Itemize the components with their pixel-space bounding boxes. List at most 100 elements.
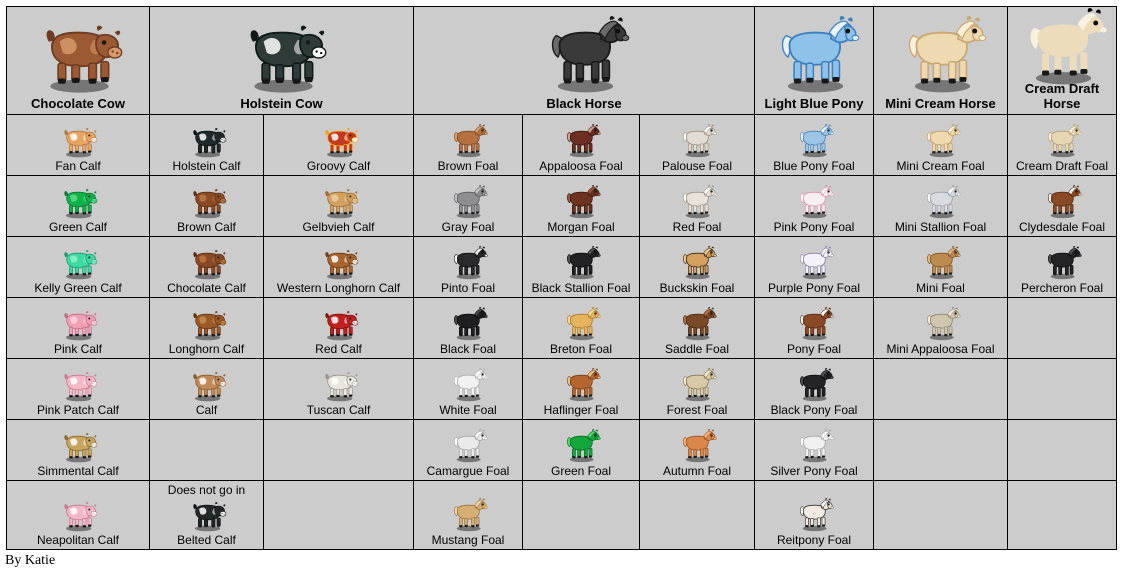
breed-chart-page: Chocolate Cow Holstein Cow Black Horse L… — [0, 6, 1123, 577]
breed-label: Mustang Foal — [431, 533, 505, 547]
neapolitan-calf-art — [7, 481, 149, 533]
breed-cell: Brown Foal — [413, 114, 523, 176]
chocolate-calf-art — [150, 237, 263, 281]
breed-cell: Mini Foal — [873, 236, 1008, 298]
breed-label: Brown Foal — [437, 159, 499, 173]
breed-cell-inner: Simmental Calf — [7, 420, 149, 480]
breed-cell: Silver Pony Foal — [754, 419, 874, 481]
breed-label: Calf — [195, 403, 218, 417]
breed-cell: Does not go in Belted Calf — [149, 480, 264, 550]
breed-cell-inner: Holstein Calf — [150, 115, 263, 175]
breed-cell: Appaloosa Foal — [522, 114, 640, 176]
breed-label: Chocolate Calf — [167, 281, 246, 295]
breed-cell: Gray Foal — [413, 175, 523, 237]
breed-cell-inner: Blue Pony Foal — [755, 115, 873, 175]
table-row: Kelly Green Calf Chocolate Calf Western … — [6, 236, 1117, 298]
pink-calf-art — [7, 298, 149, 342]
breed-label: Western Longhorn Calf — [276, 281, 401, 295]
breed-cell-inner: Mini Cream Foal — [874, 115, 1007, 175]
breed-cell-inner: Does not go in Belted Calf — [150, 481, 263, 549]
breed-cell: Tuscan Calf — [263, 358, 414, 420]
breed-cell: Mini Stallion Foal — [873, 175, 1008, 237]
credit-text: By Katie — [5, 553, 56, 568]
breed-cell: Buckskin Foal — [639, 236, 755, 298]
breed-cell-inner: Haflinger Foal — [523, 359, 639, 419]
breed-cell: Holstein Calf — [149, 114, 264, 176]
breed-label: Black Foal — [439, 342, 497, 356]
mini-foal-art — [874, 237, 1007, 281]
breed-label: Mini Stallion Foal — [894, 220, 987, 234]
breed-cell: Pink Pony Foal — [754, 175, 874, 237]
mini-appaloosa-foal-art — [874, 298, 1007, 342]
breed-cell: Breton Foal — [522, 297, 640, 359]
breed-label: Pinto Foal — [440, 281, 496, 295]
breed-cell-inner: Black Stallion Foal — [523, 237, 639, 297]
breed-label: Forest Foal — [666, 403, 728, 417]
breed-label: White Foal — [439, 403, 497, 417]
table-row: Pink Calf Longhorn Calf Red Calf Black F… — [6, 297, 1117, 359]
breed-cell-inner: Green Foal — [523, 420, 639, 480]
breed-cell-inner: Brown Foal — [414, 115, 522, 175]
breed-label: Groovy Calf — [306, 159, 371, 173]
header-cell-inner: Holstein Cow — [150, 11, 413, 114]
camargue-foal-art — [414, 420, 522, 464]
header-cell: Holstein Cow — [149, 6, 414, 115]
table-row: Neapolitan Calf Does not go in Belted Cal… — [6, 480, 1117, 550]
breed-cell-inner — [1008, 420, 1116, 480]
breed-label: Longhorn Calf — [168, 342, 245, 356]
breed-cell-inner — [874, 420, 1007, 480]
palouse-foal-art — [640, 115, 754, 159]
simmental-calf-art — [7, 420, 149, 464]
breed-cell: Reitpony Foal — [754, 480, 874, 550]
breed-cell-inner: Fan Calf — [7, 115, 149, 175]
breed-cell: Chocolate Calf — [149, 236, 264, 298]
buckskin-foal-art — [640, 237, 754, 281]
header-cell-inner: Cream Draft Horse — [1008, 7, 1116, 114]
breed-label: Blue Pony Foal — [773, 159, 855, 173]
breed-cell-inner: Black Pony Foal — [755, 359, 873, 419]
breed-cell-inner: Gelbvieh Calf — [264, 176, 413, 236]
header-label: Black Horse — [546, 96, 622, 111]
breed-cell — [263, 419, 414, 481]
breed-cell-inner: Forest Foal — [640, 359, 754, 419]
groovy-calf-art — [264, 115, 413, 159]
breed-label: Breton Foal — [549, 342, 613, 356]
breed-cell-inner: Longhorn Calf — [150, 298, 263, 358]
cream-draft-foal-art — [1008, 115, 1116, 159]
longhorn-calf-art — [150, 298, 263, 342]
breed-cell — [873, 480, 1008, 550]
header-cell-inner: Light Blue Pony — [755, 11, 873, 114]
red-calf-art — [264, 298, 413, 342]
breed-label: Brown Calf — [177, 220, 236, 234]
breed-cell-inner: Appaloosa Foal — [523, 115, 639, 175]
breed-label: Mini Foal — [916, 281, 965, 295]
breed-cell: Mini Appaloosa Foal — [873, 297, 1008, 359]
header-cell: Black Horse — [413, 6, 755, 115]
breed-label: Simmental Calf — [37, 464, 119, 478]
breed-cell-inner: Tuscan Calf — [264, 359, 413, 419]
breed-cell — [873, 358, 1008, 420]
breed-label: Percheron Foal — [1020, 281, 1104, 295]
breed-cell-inner: Chocolate Calf — [150, 237, 263, 297]
header-cell: Cream Draft Horse — [1007, 6, 1117, 115]
header-cell: Light Blue Pony — [754, 6, 874, 115]
breed-label: Kelly Green Calf — [34, 281, 122, 295]
breed-label: Pink Patch Calf — [36, 403, 120, 417]
black-horse-art — [414, 11, 754, 96]
breed-cell-inner: Mini Stallion Foal — [874, 176, 1007, 236]
breed-cell-inner: Palouse Foal — [640, 115, 754, 175]
haflinger-foal-art — [523, 359, 639, 403]
autumn-foal-art — [640, 420, 754, 464]
breed-cell: Forest Foal — [639, 358, 755, 420]
breed-cell — [639, 480, 755, 550]
breed-label: Pony Foal — [786, 342, 842, 356]
holstein-cow-art — [150, 11, 413, 96]
green-calf-art — [7, 176, 149, 220]
table-row: Fan Calf Holstein Calf Groovy Calf Brown… — [6, 114, 1117, 176]
mini-cream-horse-art — [874, 11, 1007, 96]
breed-label: Holstein Calf — [172, 159, 241, 173]
reitpony-foal-art — [755, 481, 873, 533]
breed-cell-inner: Saddle Foal — [640, 298, 754, 358]
breed-cell-inner — [523, 481, 639, 549]
breed-cell: Kelly Green Calf — [6, 236, 150, 298]
